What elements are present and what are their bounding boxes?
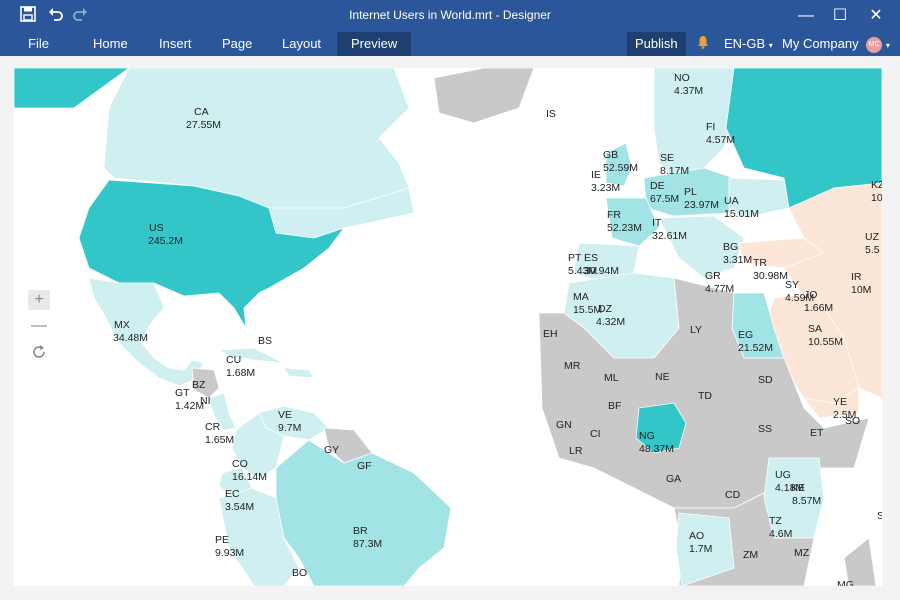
label-is: IS [546, 108, 556, 120]
label-sd: SD [758, 374, 773, 386]
menu-bar: File Home Insert Page Layout Preview Pub… [0, 32, 900, 56]
menu-layout[interactable]: Layout [268, 32, 335, 56]
label-uz: UZ 5.5 [865, 231, 880, 256]
map-canvas[interactable]: CA 27.55M US 245.2M MX 34.48M BS CU 1.68M BZ… [14, 68, 882, 586]
window-title: Internet Users in World.mrt - Designer [349, 8, 551, 22]
label-mg: MG [837, 579, 854, 586]
minimize-button[interactable]: — [794, 5, 818, 27]
zoom-out-button[interactable]: — [28, 316, 50, 336]
label-gf: GF [357, 460, 372, 472]
maximize-button[interactable]: ☐ [828, 5, 852, 27]
label-mz: MZ [794, 547, 810, 559]
label-ly: LY [690, 324, 702, 336]
label-mr: MR [564, 360, 581, 372]
label-bo: BO [292, 567, 307, 579]
account-menu[interactable]: My Company MC ▾ [782, 32, 890, 56]
close-button[interactable]: ✕ [864, 5, 888, 27]
label-ni: NI [200, 395, 211, 407]
menu-file[interactable]: File [14, 32, 63, 56]
menu-home[interactable]: Home [79, 32, 142, 56]
chevron-down-icon: ▾ [885, 41, 890, 50]
avatar: MC [866, 36, 883, 53]
zoom-in-button[interactable]: + [28, 290, 50, 310]
label-gr: GR 4.77M [705, 270, 734, 295]
label-td: TD [698, 390, 712, 402]
company-label: My Company [782, 36, 859, 51]
label-ga: GA [666, 473, 681, 485]
label-zm: ZM [743, 549, 758, 561]
label-s: S [877, 510, 882, 522]
label-cd: CD [725, 489, 741, 501]
label-so: SO [845, 415, 860, 427]
label-et: ET [810, 427, 824, 439]
label-bs: BS [258, 335, 272, 347]
label-lr: LR [569, 445, 583, 457]
label-eh: EH [543, 328, 558, 340]
language-label: EN-GB [724, 36, 766, 51]
publish-button[interactable]: Publish [627, 32, 686, 56]
menu-insert[interactable]: Insert [145, 32, 206, 56]
label-ci: CI [590, 428, 601, 440]
region-is[interactable] [433, 68, 535, 124]
notification-bell-icon[interactable] [697, 33, 709, 57]
label-gn: GN [556, 419, 572, 431]
menu-page[interactable]: Page [208, 32, 266, 56]
label-ss: SS [758, 423, 772, 435]
label-gy: GY [324, 444, 339, 456]
region-caribbean[interactable] [283, 367, 315, 379]
reset-zoom-icon[interactable] [28, 342, 50, 362]
label-bf: BF [608, 400, 621, 412]
chevron-down-icon: ▾ [768, 41, 773, 50]
language-selector[interactable]: EN-GB ▾ [724, 32, 773, 56]
label-bz: BZ [192, 379, 206, 391]
title-bar: Internet Users in World.mrt - Designer —… [0, 0, 900, 32]
menu-preview[interactable]: Preview [337, 32, 412, 56]
label-ne: NE [655, 371, 670, 383]
world-map[interactable]: CA 27.55M US 245.2M MX 34.48M BS CU 1.68M BZ… [14, 68, 882, 586]
label-ml: ML [604, 372, 619, 384]
label-kz: KZ 10 [871, 179, 882, 204]
